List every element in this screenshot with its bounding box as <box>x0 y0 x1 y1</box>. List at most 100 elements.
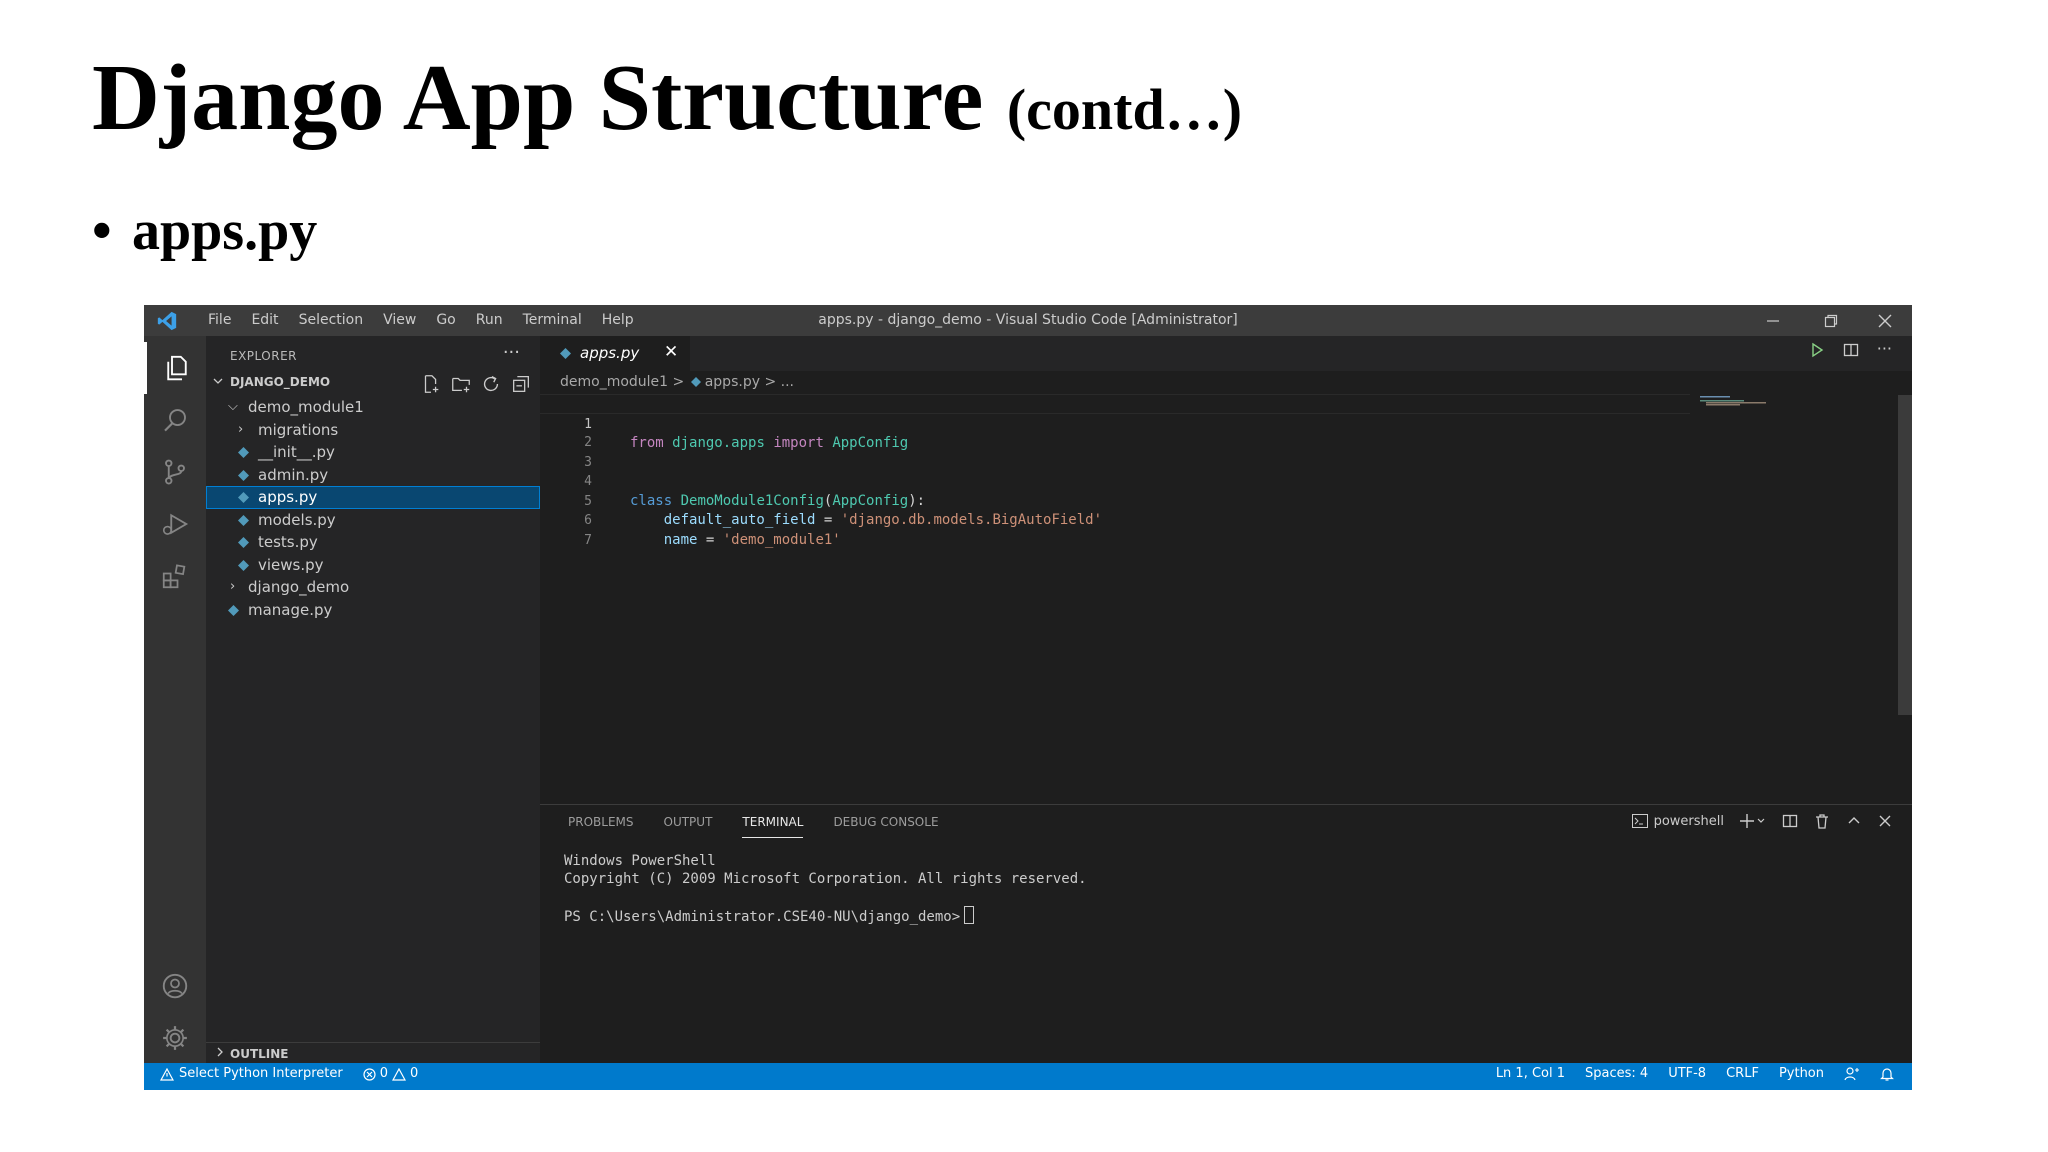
tree-item-migrations[interactable]: › migrations <box>206 419 540 442</box>
indentation[interactable]: Spaces: 4 <box>1585 1063 1648 1085</box>
activity-source-control[interactable] <box>144 446 206 498</box>
activity-accounts[interactable] <box>144 960 206 1012</box>
code-line: 7 <box>540 511 1912 548</box>
minimize-icon <box>1767 319 1779 322</box>
project-header[interactable]: DJANGO_DEMO <box>206 371 540 395</box>
menu-file[interactable]: File <box>198 305 241 336</box>
tree-item-admin-py[interactable]: admin.py <box>206 464 540 487</box>
warning-icon <box>391 1067 406 1081</box>
select-interpreter-label: Select Python Interpreter <box>179 1066 343 1081</box>
terminal-cursor <box>964 905 975 924</box>
search-icon <box>164 409 186 432</box>
new-folder-icon[interactable] <box>450 373 472 395</box>
cursor-position[interactable]: Ln 1, Col 1 <box>1496 1063 1565 1085</box>
activity-run-debug[interactable] <box>144 498 206 550</box>
new-file-icon[interactable] <box>420 373 442 395</box>
slide-bullet: • apps.py <box>92 198 317 265</box>
encoding[interactable]: UTF-8 <box>1668 1063 1706 1085</box>
activity-search[interactable] <box>144 394 206 446</box>
more-actions-icon[interactable]: ··· <box>1877 341 1892 358</box>
trash-icon[interactable] <box>1814 813 1830 829</box>
account-icon <box>162 973 188 999</box>
tab-debug-console[interactable]: DEBUG CONSOLE <box>833 805 938 840</box>
bell-icon[interactable] <box>1880 1066 1894 1082</box>
tree-item-label: admin.py <box>258 465 329 484</box>
new-terminal-icon[interactable] <box>1740 813 1766 829</box>
tree-item-label: models.py <box>258 510 336 529</box>
split-editor-icon[interactable] <box>1843 342 1859 358</box>
explorer-actions <box>420 373 532 395</box>
breadcrumb-file[interactable]: apps.py <box>705 374 760 390</box>
minimize-button[interactable] <box>1750 305 1796 336</box>
python-file-icon <box>238 469 249 481</box>
tree-item-label: django_demo <box>248 578 350 596</box>
menu-selection[interactable]: Selection <box>289 305 374 336</box>
tab-terminal[interactable]: TERMINAL <box>742 805 804 840</box>
tree-item-views-py[interactable]: views.py <box>206 554 540 577</box>
breadcrumb-tail: > ... <box>764 374 794 390</box>
activity-manage[interactable] <box>144 1012 206 1064</box>
language-mode[interactable]: Python <box>1779 1063 1824 1085</box>
feedback-icon[interactable] <box>1844 1066 1860 1082</box>
panel-actions: powershell <box>1631 813 1892 829</box>
menu-edit[interactable]: Edit <box>241 305 288 336</box>
select-interpreter-item[interactable]: Select Python Interpreter <box>160 1063 343 1085</box>
activity-explorer[interactable] <box>144 342 206 394</box>
problems-item[interactable]: 0 0 <box>363 1063 418 1085</box>
python-file-icon <box>560 348 571 359</box>
terminal-output[interactable]: Windows PowerShell Copyright (C) 2009 Mi… <box>564 853 1087 925</box>
explorer-sidebar: EXPLORER ··· DJANGO_DEMO ⌵ demo_module1 … <box>206 336 540 1063</box>
menu-bar: File Edit Selection View Go Run Terminal… <box>198 305 644 336</box>
project-name: DJANGO_DEMO <box>230 375 331 389</box>
tab-apps-py[interactable]: apps.py ✕ <box>540 336 690 371</box>
tree-item-label: tests.py <box>258 533 318 551</box>
chevron-right-icon: › <box>230 579 236 594</box>
menu-view[interactable]: View <box>373 305 426 336</box>
menu-help[interactable]: Help <box>592 305 644 336</box>
activity-extensions[interactable] <box>144 550 206 602</box>
tab-output[interactable]: OUTPUT <box>664 805 713 840</box>
terminal-selector[interactable]: powershell <box>1631 814 1724 829</box>
close-icon[interactable] <box>1878 814 1892 828</box>
python-file-icon <box>238 537 249 548</box>
chevron-down-icon: ⌵ <box>228 399 238 414</box>
code-editor[interactable]: 1 from django.apps import AppConfig 2 3 … <box>540 394 1912 548</box>
tree-item-manage-py[interactable]: manage.py <box>206 599 540 622</box>
bullet-text: apps.py <box>132 200 318 262</box>
tab-problems[interactable]: PROBLEMS <box>568 805 634 840</box>
error-count: 0 <box>379 1066 388 1081</box>
tree-item-tests-py[interactable]: tests.py <box>206 531 540 554</box>
tree-item-init-py[interactable]: __init__.py <box>206 441 540 464</box>
breadcrumb-folder[interactable]: demo_module1 <box>560 374 668 390</box>
status-right: Ln 1, Col 1 Spaces: 4 UTF-8 CRLF Python <box>1496 1063 1894 1085</box>
tree-item-demo-module1[interactable]: ⌵ demo_module1 <box>206 396 540 419</box>
activity-bar <box>144 336 206 1063</box>
minimap[interactable] <box>1698 394 1778 414</box>
menu-terminal[interactable]: Terminal <box>513 305 592 336</box>
terminal-prompt-line: PS C:\Users\Administrator.CSE40-NU\djang… <box>564 905 1087 925</box>
outline-section[interactable]: OUTLINE <box>206 1042 540 1065</box>
explorer-more-button[interactable]: ··· <box>503 342 520 363</box>
tree-item-apps-py[interactable]: apps.py <box>206 486 540 509</box>
line-ending[interactable]: CRLF <box>1726 1063 1759 1085</box>
code-token: name <box>663 531 698 548</box>
menu-go[interactable]: Go <box>426 305 465 336</box>
close-window-button[interactable] <box>1862 305 1908 336</box>
extensions-icon <box>162 564 186 589</box>
chevron-right-icon: › <box>238 421 244 437</box>
tab-close-icon[interactable]: ✕ <box>664 342 678 362</box>
collapse-all-icon[interactable] <box>510 373 532 395</box>
bottom-panel: PROBLEMS OUTPUT TERMINAL DEBUG CONSOLE p… <box>540 804 1912 1064</box>
refresh-icon[interactable] <box>480 373 502 395</box>
run-python-file-icon[interactable] <box>1809 342 1825 358</box>
chevron-up-icon[interactable] <box>1846 813 1862 829</box>
restore-button[interactable] <box>1808 305 1854 336</box>
split-terminal-icon[interactable] <box>1782 813 1798 829</box>
tree-item-label: manage.py <box>248 600 333 619</box>
tree-item-django-demo[interactable]: › django_demo <box>206 576 540 599</box>
menu-run[interactable]: Run <box>466 305 513 336</box>
tree-item-models-py[interactable]: models.py <box>206 509 540 532</box>
python-file-icon <box>238 514 249 526</box>
editor-scrollbar[interactable] <box>1898 395 1912 715</box>
tab-label: apps.py <box>580 344 640 362</box>
